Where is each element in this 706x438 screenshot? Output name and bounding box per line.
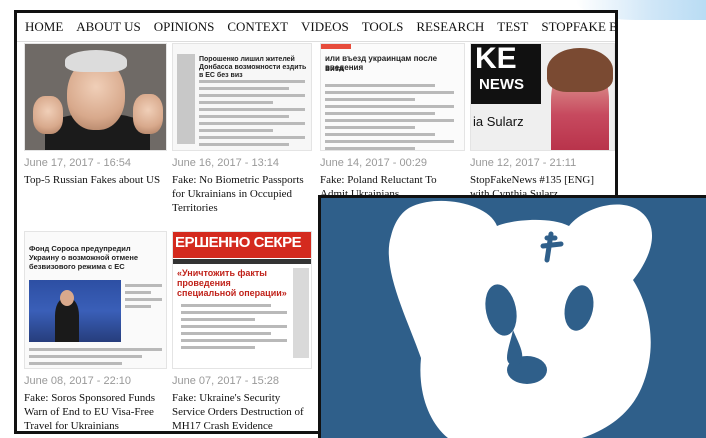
- thumb-heading: Фонд Сороса предупредил Украину о возмож…: [29, 244, 139, 271]
- main-navigation: HOME ABOUT US OPINIONS CONTEXT VIDEOS TO…: [17, 13, 615, 42]
- article-date: June 16, 2017 - 13:14: [172, 157, 280, 169]
- article-card[interactable]: или въезд украинцам после введения виза …: [320, 43, 465, 201]
- article-thumbnail-news-video[interactable]: KE NEWS ia Sularz: [470, 43, 615, 151]
- article-card[interactable]: Фонд Сороса предупредил Украину о возмож…: [24, 231, 167, 431]
- article-date: June 07, 2017 - 15:28: [172, 375, 280, 387]
- vk-sad-dog-logo-icon: [388, 200, 653, 438]
- article-card[interactable]: June 17, 2017 - 16:54 Top-5 Russian Fake…: [24, 43, 167, 187]
- thumb-heading: или въезд украинцам после введения: [325, 54, 438, 72]
- nav-opinions[interactable]: OPINIONS: [154, 19, 215, 35]
- article-card[interactable]: Порошенко лишил жителей Донбасса возможн…: [172, 43, 312, 215]
- article-card[interactable]: ЕРШЕННО СЕКРЕ «Уничтожить факты проведен…: [172, 231, 312, 431]
- thumb-heading: Порошенко лишил жителей Донбасса возможн…: [199, 56, 307, 79]
- article-title[interactable]: Fake: No Biometric Passports for Ukraini…: [172, 173, 312, 215]
- nav-tools[interactable]: TOOLS: [362, 19, 404, 35]
- nav-bingo-game[interactable]: STOPFAKE BINGO GAME!: [541, 19, 615, 35]
- nav-research[interactable]: RESEARCH: [416, 19, 484, 35]
- article-title[interactable]: Top-5 Russian Fakes about US: [24, 173, 167, 187]
- nav-about-us[interactable]: ABOUT US: [76, 19, 140, 35]
- article-date: June 14, 2017 - 00:29: [320, 157, 428, 169]
- article-thumbnail-document[interactable]: или въезд украинцам после введения виза: [320, 43, 465, 151]
- article-thumbnail-document[interactable]: Фонд Сороса предупредил Украину о возмож…: [24, 231, 167, 369]
- nav-context[interactable]: CONTEXT: [227, 19, 288, 35]
- nav-home[interactable]: HOME: [25, 19, 63, 35]
- nav-test[interactable]: TEST: [497, 19, 528, 35]
- article-title[interactable]: Fake: Ukraine's Security Service Orders …: [172, 391, 312, 431]
- article-date: June 12, 2017 - 21:11: [470, 157, 577, 169]
- article-title[interactable]: Fake: Soros Sponsored Funds Warn of End …: [24, 391, 167, 431]
- article-date: June 17, 2017 - 16:54: [24, 157, 132, 169]
- vk-logo-panel: [318, 195, 706, 438]
- article-card[interactable]: KE NEWS ia Sularz June 12, 2017 - 21:11 …: [470, 43, 615, 201]
- article-thumbnail-newspaper[interactable]: ЕРШЕННО СЕКРЕ «Уничтожить факты проведен…: [172, 231, 312, 369]
- article-date: June 08, 2017 - 22:10: [24, 375, 132, 387]
- nav-videos[interactable]: VIDEOS: [301, 19, 349, 35]
- article-thumbnail-document[interactable]: Порошенко лишил жителей Донбасса возможн…: [172, 43, 312, 151]
- article-thumbnail-politician[interactable]: [24, 43, 167, 151]
